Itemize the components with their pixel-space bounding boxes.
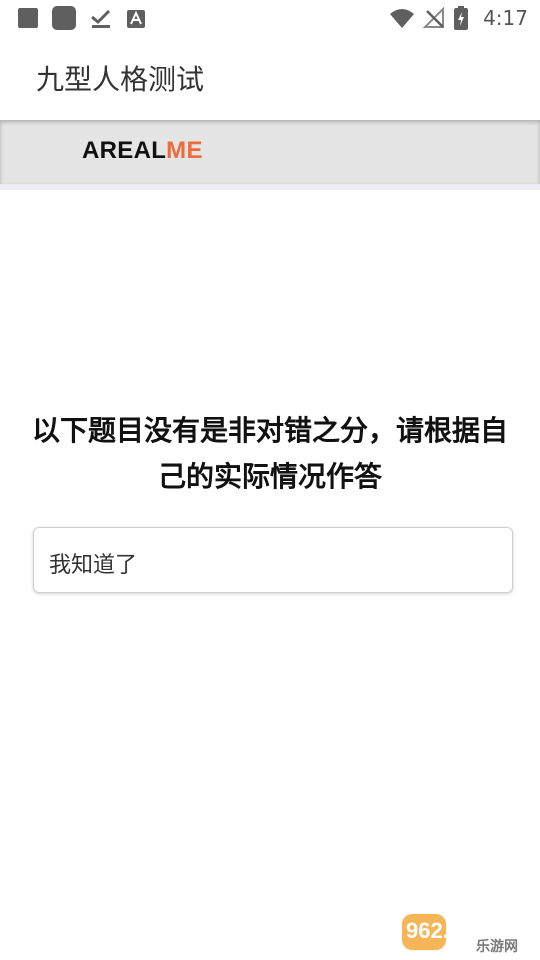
confirm-button-label: 我知道了 (49, 552, 138, 577)
app-bar: 九型人格测试 (0, 36, 540, 120)
brand-logo-part2: ME (166, 137, 203, 164)
battery-charging-icon (454, 6, 469, 30)
confirm-button[interactable]: 我知道了 (33, 527, 513, 593)
brand-logo-part1: AREAL (82, 137, 167, 164)
watermark-sub: 乐游网 (476, 938, 518, 954)
page-title: 九型人格测试 (36, 63, 205, 96)
status-bar-left (18, 6, 146, 30)
app-square-icon (52, 6, 76, 30)
brand-logo: AREALME (82, 137, 203, 165)
brand-strip: AREALME (0, 120, 540, 190)
no-signal-icon (423, 7, 445, 28)
download-done-icon (91, 9, 111, 28)
status-bar-right: 4:17 (389, 4, 528, 32)
status-bar: 4:17 (0, 0, 540, 36)
instruction-text: 以下题目没有是非对错之分，请根据自己的实际情况作答 (31, 414, 508, 493)
notification-square-icon (18, 8, 38, 28)
status-time: 4:17 (483, 6, 528, 30)
wifi-icon (390, 9, 415, 28)
text-a-icon (127, 10, 145, 28)
watermark-logo: 962.NET 乐游网 (402, 914, 518, 954)
